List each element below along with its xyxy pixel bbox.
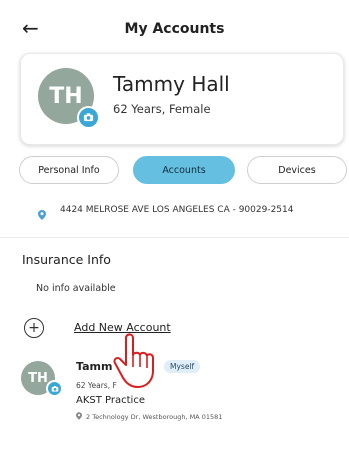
insurance-empty-text: No info available [36,283,116,294]
profile-name: Tammy Hall [113,72,230,96]
page-title: My Accounts [124,21,225,37]
profile-subtitle: 62 Years, Female [113,102,211,116]
camera-icon[interactable] [77,106,100,129]
divider [0,237,349,238]
tab-accounts[interactable]: Accounts [133,156,235,184]
hand-pointer-cursor-icon [113,333,154,388]
avatar-initials: TH [49,83,83,109]
account-location-pin-icon [76,412,82,422]
account-camera-icon [46,380,63,397]
myself-badge: Myself [164,360,201,373]
plus-icon[interactable]: + [24,318,44,338]
account-address: 2 Technology Dr, Westborough, MA 01581 [86,413,223,421]
account-avatar-initials: TH [28,370,48,386]
top-bar: ← My Accounts [0,0,349,58]
account-subtitle: 62 Years, F [76,381,117,390]
tab-personal-info[interactable]: Personal Info [19,156,119,184]
profile-card: TH Tammy Hall 62 Years, Female [20,53,344,145]
insurance-title: Insurance Info [22,252,111,267]
location-pin-icon [38,205,46,224]
tab-devices[interactable]: Devices [247,156,347,184]
address-text: 4424 MELROSE AVE LOS ANGELES CA - 90029-… [60,205,294,215]
account-practice: AKST Practice [76,395,145,406]
account-name[interactable]: Tamm [76,360,112,373]
tab-bar: Personal Info Accounts Devices [19,156,349,184]
